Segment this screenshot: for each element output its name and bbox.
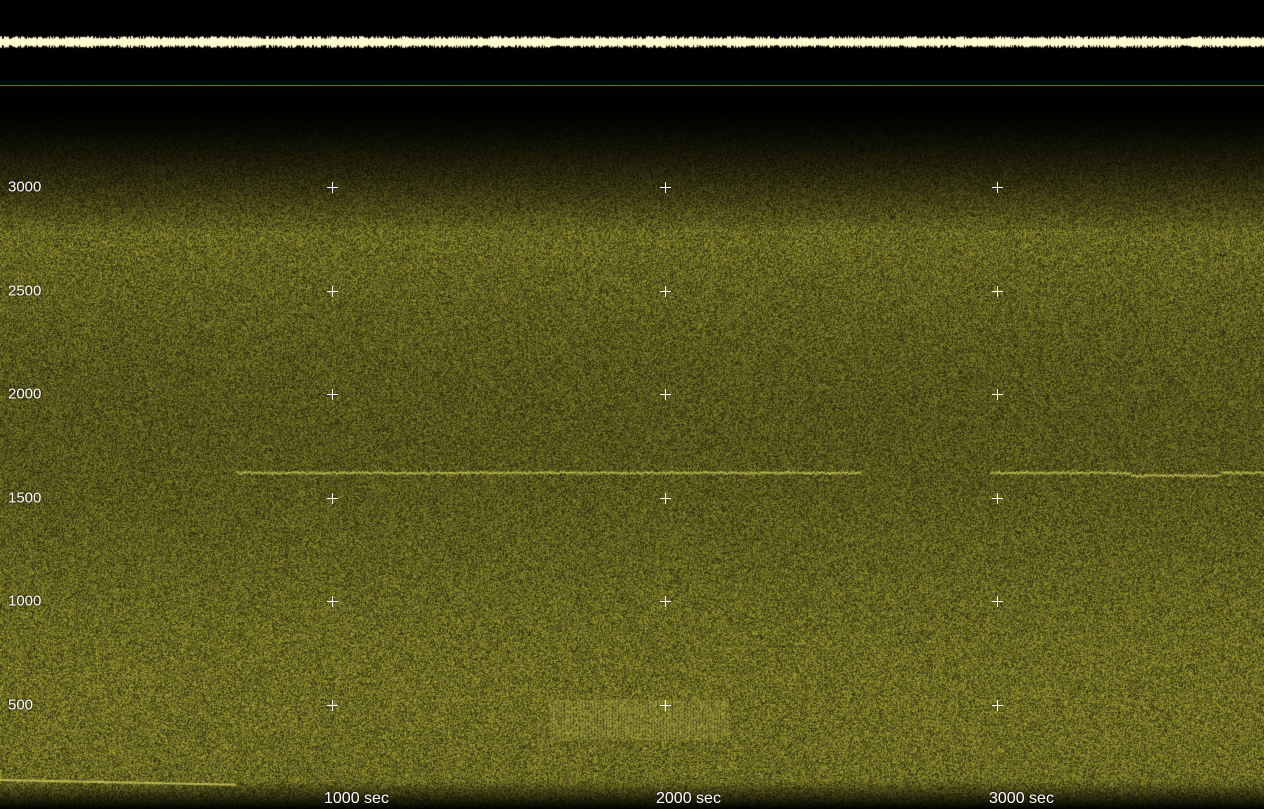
- freq-label-1000: 1000: [8, 594, 41, 609]
- freq-label-3000: 3000: [8, 180, 41, 195]
- grid-crosshair-marker: [327, 700, 338, 711]
- freq-label-2500: 2500: [8, 284, 41, 299]
- freq-label-500: 500: [8, 698, 33, 713]
- time-label-3000: 3000 sec: [989, 790, 1054, 808]
- grid-crosshair-marker: [660, 286, 671, 297]
- grid-crosshair-marker: [660, 596, 671, 607]
- grid-crosshair-marker: [660, 182, 671, 193]
- grid-crosshair-marker: [992, 493, 1003, 504]
- waveform-overview[interactable]: [0, 0, 1264, 85]
- grid-crosshair-marker: [992, 596, 1003, 607]
- spectrogram-window: 3000 2500 2000 1500 1000 500 1000 sec 20…: [0, 0, 1264, 809]
- grid-crosshair-marker: [327, 182, 338, 193]
- grid-crosshair-marker: [992, 286, 1003, 297]
- freq-label-2000: 2000: [8, 387, 41, 402]
- time-label-1000: 1000 sec: [324, 790, 389, 808]
- spectrogram-canvas[interactable]: [0, 86, 1264, 809]
- grid-crosshair-marker: [660, 493, 671, 504]
- grid-crosshair-marker: [327, 596, 338, 607]
- grid-crosshair-marker: [660, 389, 671, 400]
- grid-crosshair-marker: [327, 286, 338, 297]
- grid-crosshair-marker: [992, 389, 1003, 400]
- grid-crosshair-marker: [992, 700, 1003, 711]
- grid-crosshair-marker: [327, 389, 338, 400]
- grid-crosshair-marker: [660, 700, 671, 711]
- grid-crosshair-marker: [327, 493, 338, 504]
- freq-label-1500: 1500: [8, 491, 41, 506]
- grid-crosshair-marker: [992, 182, 1003, 193]
- time-label-2000: 2000 sec: [656, 790, 721, 808]
